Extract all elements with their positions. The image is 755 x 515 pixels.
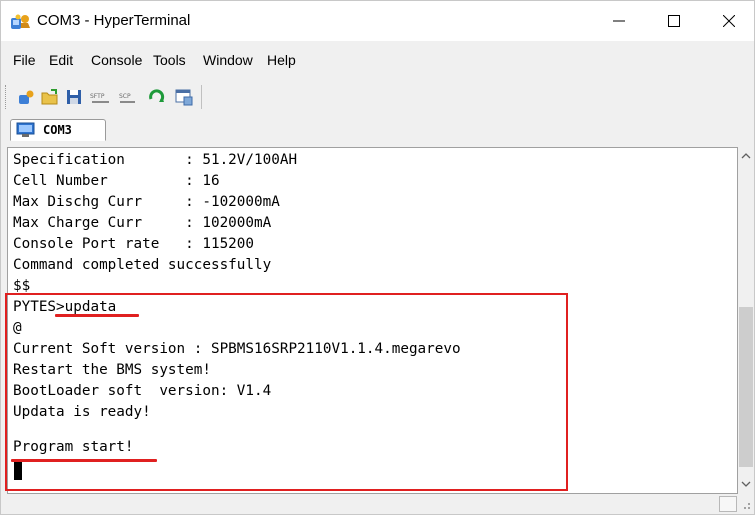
tab-label: COM3 xyxy=(43,123,72,137)
session-monitor-icon xyxy=(16,122,35,137)
new-session-button[interactable] xyxy=(15,85,37,109)
minimize-button[interactable] xyxy=(596,1,642,41)
terminal-line: Console Port rate : 115200 xyxy=(13,236,255,252)
terminal-line: Max Dischg Curr : -102000mA xyxy=(13,194,280,210)
terminal-line: Max Charge Curr : 102000mA xyxy=(13,215,272,231)
save-icon xyxy=(67,90,81,104)
properties-button[interactable] xyxy=(173,85,195,109)
terminal-line: Specification : 51.2V/100AH xyxy=(13,152,298,168)
scp-label: SCP xyxy=(119,93,131,100)
terminal-line: Cell Number : 16 xyxy=(13,173,220,189)
menu-tools[interactable]: Tools xyxy=(153,52,186,68)
reconnect-button[interactable] xyxy=(146,85,168,109)
vertical-scrollbar[interactable] xyxy=(738,147,754,494)
status-panel xyxy=(719,496,737,512)
menu-help[interactable]: Help xyxy=(267,52,296,68)
maximize-button[interactable] xyxy=(651,1,697,41)
scrollbar-thumb[interactable] xyxy=(739,307,753,467)
scp-button[interactable]: SCP xyxy=(117,85,143,109)
tab-com3[interactable]: COM3 xyxy=(10,119,106,141)
minimize-icon xyxy=(613,20,625,22)
program-start-underline xyxy=(11,459,157,462)
session-tab-bar: COM3 xyxy=(1,117,754,147)
close-button[interactable] xyxy=(706,1,752,41)
menu-window[interactable]: Window xyxy=(203,52,253,68)
open-button[interactable] xyxy=(39,85,61,109)
reconnect-icon xyxy=(149,89,165,103)
new-session-icon xyxy=(19,90,34,104)
maximize-icon xyxy=(668,15,680,27)
hyperterminal-window: COM3 - HyperTerminal File Edit Console T… xyxy=(0,0,755,515)
close-icon xyxy=(723,15,735,27)
hyperterminal-app-icon xyxy=(11,14,30,29)
sftp-icon: SFTP xyxy=(90,93,109,103)
menu-console[interactable]: Console xyxy=(91,52,142,68)
open-folder-icon xyxy=(41,89,58,105)
sftp-label: SFTP xyxy=(90,93,105,100)
properties-icon xyxy=(175,89,193,106)
resize-grip-icon[interactable] xyxy=(741,500,751,510)
menu-file[interactable]: File xyxy=(13,52,36,68)
command-underline xyxy=(55,314,139,317)
title-bar[interactable]: COM3 - HyperTerminal xyxy=(1,1,754,41)
status-bar xyxy=(1,494,754,514)
save-button[interactable] xyxy=(63,85,85,109)
scroll-up-icon[interactable] xyxy=(741,152,751,160)
sftp-button[interactable]: SFTP xyxy=(89,85,115,109)
toolbar-separator xyxy=(201,85,202,109)
toolbar: SFTP SCP xyxy=(1,79,754,115)
terminal-line: Command completed successfully xyxy=(13,257,272,273)
menu-bar: File Edit Console Tools Window Help xyxy=(1,45,754,75)
scp-icon: SCP xyxy=(119,93,135,103)
window-title: COM3 - HyperTerminal xyxy=(37,12,191,29)
scroll-down-icon[interactable] xyxy=(741,480,751,488)
toolbar-grip[interactable] xyxy=(5,85,8,109)
menu-edit[interactable]: Edit xyxy=(49,52,73,68)
